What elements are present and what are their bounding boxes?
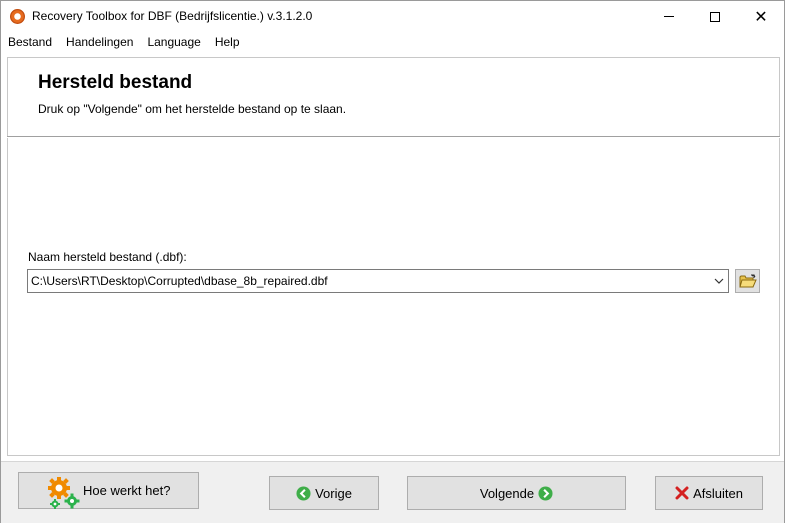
minimize-icon xyxy=(664,16,674,17)
output-file-label: Naam hersteld bestand (.dbf): xyxy=(28,250,187,264)
gears-icon xyxy=(48,477,80,509)
how-it-works-button[interactable]: Hoe werkt het? xyxy=(18,472,199,509)
next-button[interactable]: Volgende xyxy=(407,476,626,510)
step-content: Naam hersteld bestand (.dbf): C:\Users\R… xyxy=(7,138,780,456)
menu-language[interactable]: Language xyxy=(140,32,207,52)
next-label: Volgende xyxy=(479,485,535,501)
step-instruction: Druk op "Volgende" om het herstelde best… xyxy=(38,102,347,116)
close-button[interactable]: ✕ xyxy=(738,1,784,32)
menu-handelingen[interactable]: Handelingen xyxy=(59,32,140,52)
app-window: Recovery Toolbox for DBF (Bedrijfslicent… xyxy=(0,0,785,523)
exit-button[interactable]: Afsluiten xyxy=(655,476,763,510)
title-bar: Recovery Toolbox for DBF (Bedrijfslicent… xyxy=(1,1,784,32)
menu-bestand[interactable]: Bestand xyxy=(1,32,59,52)
red-x-icon xyxy=(675,486,689,500)
close-icon: ✕ xyxy=(754,6,768,26)
previous-label: Vorige xyxy=(315,485,352,501)
menu-bar: Bestand Handelingen Language Help xyxy=(1,32,784,52)
exit-label: Afsluiten xyxy=(693,485,743,501)
menu-help[interactable]: Help xyxy=(208,32,247,52)
window-title: Recovery Toolbox for DBF (Bedrijfslicent… xyxy=(32,9,313,23)
maximize-button[interactable] xyxy=(692,1,738,32)
wizard-button-bar: Hoe werkt het? Vorige Volgende Afsluiten xyxy=(1,461,784,523)
how-it-works-label: Hoe werkt het? xyxy=(83,483,171,498)
minimize-button[interactable] xyxy=(646,1,692,32)
maximize-icon xyxy=(710,11,720,22)
arrow-right-icon xyxy=(538,485,553,501)
output-file-path: C:\Users\RT\Desktop\Corrupted\dbase_8b_r… xyxy=(31,274,328,288)
chevron-down-icon[interactable] xyxy=(713,275,725,287)
app-logo-icon xyxy=(10,9,25,24)
browse-button[interactable] xyxy=(735,269,760,293)
step-header: Hersteld bestand Druk op "Volgende" om h… xyxy=(7,57,780,137)
previous-button[interactable]: Vorige xyxy=(269,476,379,510)
step-title: Hersteld bestand xyxy=(38,72,193,93)
output-file-combobox[interactable]: C:\Users\RT\Desktop\Corrupted\dbase_8b_r… xyxy=(27,269,729,293)
arrow-left-icon xyxy=(296,485,311,501)
open-folder-icon xyxy=(738,273,757,287)
